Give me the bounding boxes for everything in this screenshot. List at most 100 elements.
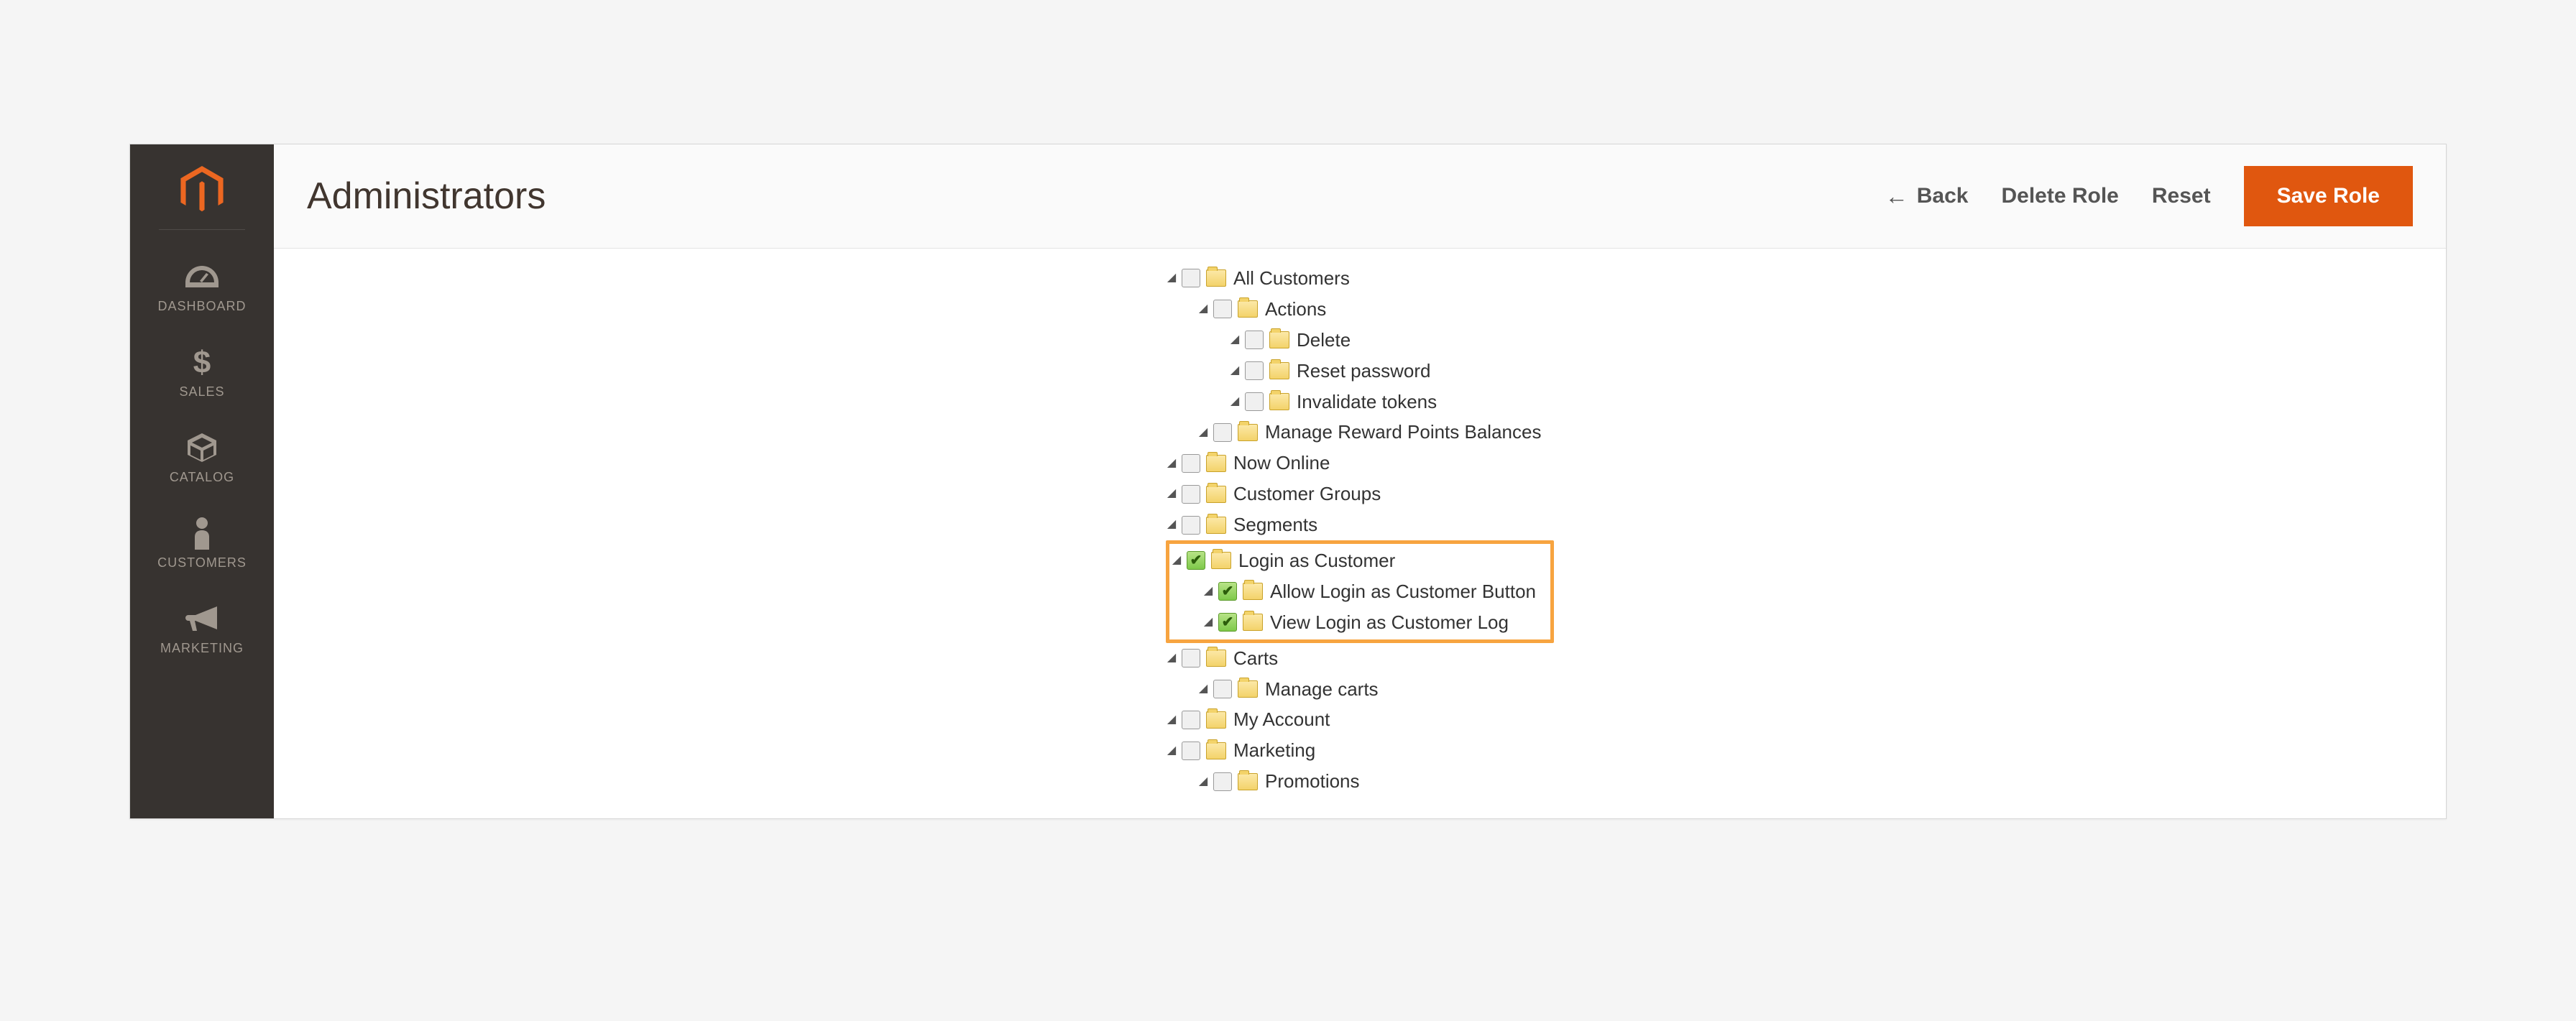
role-resources-panel: ◢ All Customers ◢ — [274, 249, 2446, 818]
magento-logo[interactable] — [159, 159, 245, 230]
tree-checkbox[interactable] — [1218, 582, 1237, 601]
tree-node-segments[interactable]: ◢ Segments — [1166, 509, 1554, 540]
tree-checkbox[interactable] — [1213, 772, 1232, 791]
page-title: Administrators — [307, 175, 1885, 218]
page-actions: ← Back Delete Role Reset Save Role — [1885, 166, 2413, 226]
collapse-toggle-icon[interactable]: ◢ — [1197, 303, 1209, 315]
tree-node-manage-carts[interactable]: ◢ Manage carts — [1197, 674, 1554, 705]
tree-node-actions[interactable]: ◢ Actions — [1197, 294, 1554, 325]
collapse-toggle-icon[interactable]: ◢ — [1171, 555, 1182, 566]
svg-text:$: $ — [193, 346, 211, 379]
tree-node-label: Allow Login as Customer Button — [1270, 576, 1536, 607]
tree-node-label: Customer Groups — [1233, 479, 1381, 509]
sidebar-item-sales[interactable]: $ SALES — [130, 330, 274, 415]
tree-checkbox[interactable] — [1182, 485, 1200, 504]
collapse-toggle-icon[interactable]: ◢ — [1166, 745, 1177, 757]
tree-checkbox[interactable] — [1213, 680, 1232, 698]
tree-checkbox[interactable] — [1182, 742, 1200, 760]
tree-checkbox[interactable] — [1182, 516, 1200, 535]
sidebar-item-label: SALES — [179, 384, 224, 399]
tree-checkbox[interactable] — [1182, 649, 1200, 667]
folder-icon — [1238, 680, 1258, 698]
sidebar-item-catalog[interactable]: CATALOG — [130, 415, 274, 501]
tree-checkbox[interactable] — [1245, 331, 1264, 349]
tree-node-view-login-log[interactable]: ◢ View Login as Customer Log — [1202, 607, 1536, 638]
tree-node-allow-login-button[interactable]: ◢ Allow Login as Customer Button — [1202, 576, 1536, 607]
tree-node-reset-password[interactable]: ◢ Reset password — [1229, 356, 1554, 387]
tree-node-carts[interactable]: ◢ Carts — [1166, 643, 1554, 674]
box-icon — [186, 431, 218, 464]
tree-node-label: Marketing — [1233, 735, 1315, 766]
collapse-toggle-icon[interactable]: ◢ — [1229, 334, 1241, 346]
save-role-button[interactable]: Save Role — [2244, 166, 2413, 226]
tree-checkbox[interactable] — [1245, 392, 1264, 411]
tree-node-my-account[interactable]: ◢ My Account — [1166, 704, 1554, 735]
collapse-toggle-icon[interactable]: ◢ — [1197, 427, 1209, 438]
sidebar-item-label: CUSTOMERS — [157, 555, 247, 570]
tree-checkbox[interactable] — [1213, 423, 1232, 442]
tree-node-manage-reward[interactable]: ◢ Manage Reward Points Balances — [1197, 417, 1554, 448]
folder-icon — [1206, 742, 1226, 759]
tree-checkbox[interactable] — [1218, 613, 1237, 632]
reset-button[interactable]: Reset — [2152, 184, 2211, 208]
tree-node-label: Delete — [1297, 325, 1351, 356]
delete-role-button[interactable]: Delete Role — [2001, 184, 2118, 208]
collapse-toggle-icon[interactable]: ◢ — [1166, 714, 1177, 726]
tree-node-label: Segments — [1233, 509, 1317, 540]
tree-node-label: Manage Reward Points Balances — [1265, 417, 1541, 448]
admin-panel: DASHBOARD $ SALES CATALOG CUSTOMERS — [129, 144, 2447, 819]
folder-icon — [1206, 711, 1226, 729]
tree-node-label: Login as Customer — [1238, 545, 1395, 576]
admin-sidebar: DASHBOARD $ SALES CATALOG CUSTOMERS — [130, 144, 274, 818]
collapse-toggle-icon[interactable]: ◢ — [1202, 616, 1214, 628]
tree-node-customer-groups[interactable]: ◢ Customer Groups — [1166, 479, 1554, 509]
tree-node-label: Reset password — [1297, 356, 1430, 387]
sidebar-item-label: CATALOG — [170, 470, 234, 485]
tree-checkbox[interactable] — [1213, 300, 1232, 318]
tree-node-now-online[interactable]: ◢ Now Online — [1166, 448, 1554, 479]
tree-checkbox[interactable] — [1182, 269, 1200, 287]
tree-node-label: Promotions — [1265, 766, 1360, 797]
tree-checkbox[interactable] — [1182, 711, 1200, 729]
sidebar-item-marketing[interactable]: MARKETING — [130, 586, 274, 672]
collapse-toggle-icon[interactable]: ◢ — [1197, 776, 1209, 787]
sidebar-item-customers[interactable]: CUSTOMERS — [130, 501, 274, 586]
tree-node-label: Now Online — [1233, 448, 1330, 479]
tree-node-marketing[interactable]: ◢ Marketing — [1166, 735, 1554, 766]
tree-node-all-customers[interactable]: ◢ All Customers — [1166, 263, 1554, 294]
folder-icon — [1206, 455, 1226, 472]
tree-node-promotions[interactable]: ◢ Promotions — [1197, 766, 1554, 797]
folder-icon — [1243, 614, 1263, 631]
folder-icon — [1238, 773, 1258, 790]
collapse-toggle-icon[interactable]: ◢ — [1166, 652, 1177, 664]
folder-icon — [1243, 583, 1263, 600]
collapse-toggle-icon[interactable]: ◢ — [1166, 519, 1177, 531]
tree-checkbox[interactable] — [1245, 361, 1264, 380]
tree-node-label: View Login as Customer Log — [1270, 607, 1509, 638]
folder-icon — [1238, 424, 1258, 441]
folder-icon — [1269, 362, 1289, 379]
tree-node-delete[interactable]: ◢ Delete — [1229, 325, 1554, 356]
folder-icon — [1206, 269, 1226, 287]
main-area: Administrators ← Back Delete Role Reset … — [274, 144, 2446, 818]
collapse-toggle-icon[interactable]: ◢ — [1229, 365, 1241, 376]
tree-node-label: My Account — [1233, 704, 1330, 735]
collapse-toggle-icon[interactable]: ◢ — [1197, 683, 1209, 695]
tree-node-label: All Customers — [1233, 263, 1350, 294]
collapse-toggle-icon[interactable]: ◢ — [1166, 458, 1177, 469]
tree-node-invalidate-tokens[interactable]: ◢ Invalidate tokens — [1229, 387, 1554, 417]
tree-checkbox[interactable] — [1187, 551, 1205, 570]
folder-icon — [1206, 650, 1226, 667]
back-button[interactable]: ← Back — [1885, 184, 1969, 208]
back-label: Back — [1917, 184, 1969, 208]
folder-icon — [1238, 300, 1258, 318]
tree-node-login-as-customer[interactable]: ◢ Login as Customer — [1171, 545, 1536, 576]
collapse-toggle-icon[interactable]: ◢ — [1166, 489, 1177, 500]
magento-logo-icon — [178, 166, 226, 215]
collapse-toggle-icon[interactable]: ◢ — [1202, 586, 1214, 597]
sidebar-item-dashboard[interactable]: DASHBOARD — [130, 244, 274, 330]
sidebar-item-label: DASHBOARD — [157, 299, 246, 314]
tree-checkbox[interactable] — [1182, 454, 1200, 473]
collapse-toggle-icon[interactable]: ◢ — [1229, 396, 1241, 407]
collapse-toggle-icon[interactable]: ◢ — [1166, 272, 1177, 284]
